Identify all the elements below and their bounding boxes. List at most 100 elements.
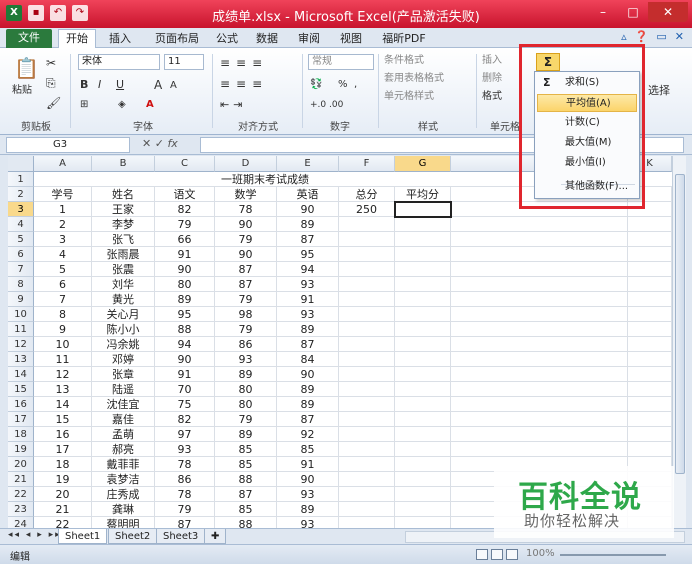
- cell[interactable]: [395, 487, 451, 502]
- row-header[interactable]: 17: [8, 412, 34, 427]
- select-all-corner[interactable]: [8, 156, 34, 172]
- cell[interactable]: [395, 412, 451, 427]
- cell[interactable]: 12: [34, 367, 92, 382]
- sheet-title[interactable]: 一班期末考试成绩: [34, 172, 496, 187]
- cell[interactable]: 79: [215, 412, 277, 427]
- fill-color-icon[interactable]: ◈: [118, 98, 126, 112]
- cell[interactable]: [451, 427, 628, 442]
- tab-view[interactable]: 视图: [334, 30, 368, 48]
- normal-view-icon[interactable]: [476, 549, 488, 560]
- cell[interactable]: 3: [34, 232, 92, 247]
- vertical-scroll-thumb[interactable]: [675, 174, 685, 474]
- cell[interactable]: [339, 247, 395, 262]
- cell[interactable]: [339, 367, 395, 382]
- cell[interactable]: 90: [155, 352, 215, 367]
- cell[interactable]: [451, 397, 628, 412]
- cell[interactable]: [339, 412, 395, 427]
- row-header[interactable]: 6: [8, 247, 34, 262]
- help-icon[interactable]: ❓: [635, 30, 649, 43]
- cell[interactable]: 93: [277, 307, 339, 322]
- cell[interactable]: 王家: [92, 202, 155, 217]
- cell[interactable]: 19: [34, 472, 92, 487]
- cell[interactable]: 95: [277, 247, 339, 262]
- cell[interactable]: 21: [34, 502, 92, 517]
- cell[interactable]: [339, 457, 395, 472]
- tab-data[interactable]: 数据: [250, 30, 284, 48]
- cell[interactable]: [395, 322, 451, 337]
- cell[interactable]: [395, 337, 451, 352]
- column-header[interactable]: A: [34, 156, 92, 172]
- cell[interactable]: 86: [155, 472, 215, 487]
- zoom-level[interactable]: 100%: [526, 548, 555, 559]
- cell[interactable]: [628, 217, 672, 232]
- cell[interactable]: [395, 397, 451, 412]
- column-header[interactable]: G: [395, 156, 451, 172]
- cell[interactable]: 79: [215, 322, 277, 337]
- cell[interactable]: 9: [34, 322, 92, 337]
- cell[interactable]: 邓婷: [92, 352, 155, 367]
- tab-foxit-pdf[interactable]: 福昕PDF: [376, 30, 432, 48]
- cell[interactable]: [451, 367, 628, 382]
- table-format-button[interactable]: 套用表格格式: [384, 72, 444, 86]
- vertical-scrollbar[interactable]: [672, 156, 686, 528]
- cell[interactable]: 沈佳宜: [92, 397, 155, 412]
- cell[interactable]: 13: [34, 382, 92, 397]
- cell[interactable]: 87: [215, 487, 277, 502]
- cell[interactable]: [451, 352, 628, 367]
- cell[interactable]: 18: [34, 457, 92, 472]
- row-header[interactable]: 12: [8, 337, 34, 352]
- row-header[interactable]: 18: [8, 427, 34, 442]
- cell[interactable]: 数学: [215, 187, 277, 202]
- cell[interactable]: [395, 352, 451, 367]
- cell[interactable]: 92: [277, 427, 339, 442]
- tab-file[interactable]: 文件: [6, 29, 52, 48]
- cell[interactable]: 4: [34, 247, 92, 262]
- cell[interactable]: 17: [34, 442, 92, 457]
- row-header[interactable]: 10: [8, 307, 34, 322]
- cell[interactable]: 91: [277, 292, 339, 307]
- cell[interactable]: 张飞: [92, 232, 155, 247]
- cell[interactable]: 66: [155, 232, 215, 247]
- cell[interactable]: 戴菲菲: [92, 457, 155, 472]
- cell[interactable]: 85: [215, 502, 277, 517]
- row-header[interactable]: 7: [8, 262, 34, 277]
- paste-button[interactable]: 粘贴: [12, 84, 32, 98]
- cell[interactable]: 91: [155, 367, 215, 382]
- cell[interactable]: 刘华: [92, 277, 155, 292]
- cell[interactable]: 89: [215, 427, 277, 442]
- cell[interactable]: 2: [34, 217, 92, 232]
- cell[interactable]: 嘉佳: [92, 412, 155, 427]
- tab-review[interactable]: 审阅: [292, 30, 326, 48]
- cell[interactable]: 78: [155, 457, 215, 472]
- cell[interactable]: [628, 247, 672, 262]
- cell[interactable]: 14: [34, 397, 92, 412]
- cell[interactable]: 87: [277, 232, 339, 247]
- column-header[interactable]: F: [339, 156, 395, 172]
- cell[interactable]: [451, 412, 628, 427]
- currency-icon[interactable]: 💱: [310, 78, 322, 92]
- tab-insert[interactable]: 插入: [100, 30, 140, 48]
- cell[interactable]: [628, 352, 672, 367]
- find-select-button[interactable]: 选择: [648, 84, 670, 98]
- grow-font-button[interactable]: A: [154, 78, 162, 92]
- cell[interactable]: 11: [34, 352, 92, 367]
- copy-icon[interactable]: ⎘: [46, 76, 56, 91]
- cell[interactable]: [451, 322, 628, 337]
- cell[interactable]: [395, 502, 451, 517]
- cell[interactable]: 李梦: [92, 217, 155, 232]
- maximize-button[interactable]: □: [618, 2, 648, 22]
- cell[interactable]: 82: [155, 202, 215, 217]
- cell[interactable]: [628, 337, 672, 352]
- cell[interactable]: 84: [277, 352, 339, 367]
- cell[interactable]: 87: [215, 277, 277, 292]
- cell[interactable]: [339, 517, 395, 528]
- cell[interactable]: 蔡明明: [92, 517, 155, 528]
- row-header[interactable]: 15: [8, 382, 34, 397]
- cell[interactable]: 87: [277, 337, 339, 352]
- cell[interactable]: [339, 337, 395, 352]
- cell[interactable]: 89: [215, 367, 277, 382]
- function-icon[interactable]: fx: [167, 137, 177, 150]
- cell[interactable]: [628, 307, 672, 322]
- column-header[interactable]: E: [277, 156, 339, 172]
- cell[interactable]: 1: [34, 202, 92, 217]
